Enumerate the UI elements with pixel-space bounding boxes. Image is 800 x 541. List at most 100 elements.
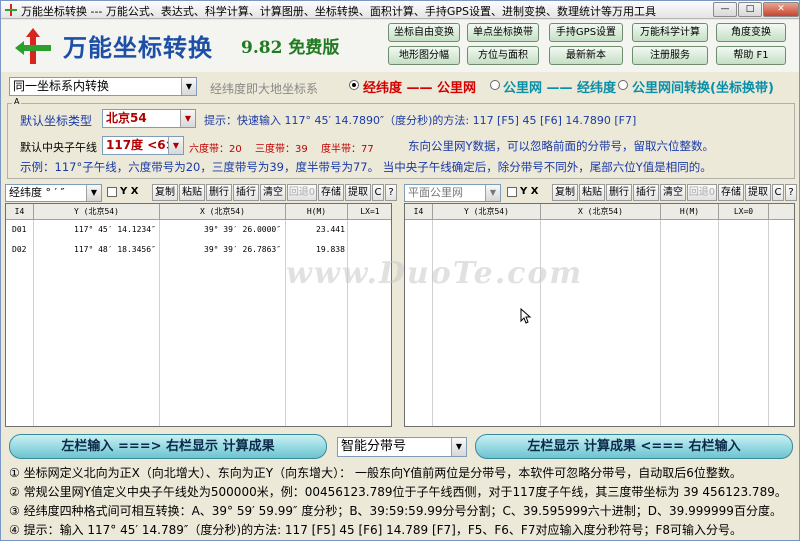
chevron-down-icon: ▼: [180, 110, 195, 127]
col-divider: [285, 220, 286, 426]
row-y-value[interactable]: 117° 48′ 18.3456″: [74, 245, 156, 254]
col-divider: [540, 220, 541, 426]
meridian-select[interactable]: 117度 <6> ▼: [102, 136, 184, 155]
left-extract-button[interactable]: 提取: [345, 184, 371, 201]
title-bar[interactable]: 万能坐标转换 --- 万能公式、表达式、科学计算、计算图册、坐标转换、面积计算、…: [1, 1, 799, 19]
transform-mode-select[interactable]: 同一坐标系内转换 ▼: [9, 77, 197, 96]
mode-row: 同一坐标系内转换 ▼ 经纬度即大地坐标系 经纬度 —— 公里网 公里网 —— 经…: [1, 73, 799, 99]
row-id: D02: [12, 245, 27, 254]
convert-left-to-right-button[interactable]: 左栏输入 ===> 右栏显示 计算成果: [9, 434, 327, 459]
row-x-value[interactable]: 39° 39′ 26.0000″: [204, 225, 281, 234]
right-extract-button[interactable]: 提取: [745, 184, 771, 201]
right-undo-button[interactable]: 回退0: [687, 184, 717, 201]
radio-latlon-to-grid[interactable]: [349, 80, 359, 90]
meridian-label: 默认中央子午线: [20, 141, 97, 154]
left-col-y[interactable]: Y (北京54): [34, 204, 160, 220]
right-toolbar: 平面公里网 ▼ Y X 复制 粘贴 删行 插行 清空 回退0 存储 提取 C ?: [404, 184, 798, 202]
mouse-cursor-icon: [520, 308, 532, 324]
right-copy-button[interactable]: 复制: [552, 184, 578, 201]
right-col-y[interactable]: Y (北京54): [433, 204, 541, 220]
right-col-lx[interactable]: LX=0: [719, 204, 769, 220]
left-c-button[interactable]: C: [372, 184, 384, 201]
left-col-id[interactable]: I4: [6, 204, 34, 220]
radio-grid-to-latlon-label[interactable]: 公里网 —— 经纬度: [503, 77, 616, 96]
right-delete-row-button[interactable]: 删行: [606, 184, 632, 201]
coord-type-label: 默认坐标类型: [20, 114, 93, 128]
left-format-value: 经纬度 ° ′ ″: [9, 186, 65, 199]
left-insert-row-button[interactable]: 插行: [233, 184, 259, 201]
left-format-select[interactable]: 经纬度 ° ′ ″ ▼: [5, 184, 102, 202]
col-divider: [33, 220, 34, 426]
right-save-button[interactable]: 存储: [718, 184, 744, 201]
left-help-button[interactable]: ?: [385, 184, 397, 201]
chevron-down-icon: ▼: [451, 438, 466, 456]
right-yx-checkbox[interactable]: [507, 187, 517, 197]
radio-latlon-to-grid-label[interactable]: 经纬度 —— 公里网: [363, 77, 476, 96]
left-col-h[interactable]: H(M): [286, 204, 348, 220]
right-format-select[interactable]: 平面公里网 ▼: [404, 184, 501, 202]
close-button[interactable]: ✕: [763, 2, 799, 17]
gps-settings-button[interactable]: 手持GPS设置: [549, 23, 623, 42]
latest-version-button[interactable]: 最新新本: [549, 46, 623, 65]
app-version: 9.82 免费版: [241, 38, 340, 58]
radio-grid-zone-transform[interactable]: [618, 80, 628, 90]
right-col-x[interactable]: X (北京54): [541, 204, 661, 220]
minimize-button[interactable]: —: [713, 2, 737, 17]
zone6-value: 六度带：20: [189, 144, 242, 155]
zone-mode-select[interactable]: 智能分带号 ▼: [337, 437, 467, 457]
left-delete-row-button[interactable]: 删行: [206, 184, 232, 201]
register-button[interactable]: 注册服务: [632, 46, 708, 65]
left-yx-label: Y X: [120, 186, 139, 197]
col-divider: [347, 220, 348, 426]
map-sheet-button[interactable]: 地形图分幅: [388, 46, 460, 65]
left-grid-header: I4 Y (北京54) X (北京54) H(M) LX=1: [6, 204, 391, 220]
right-col-id[interactable]: I4: [405, 204, 433, 220]
right-yx-label: Y X: [520, 186, 539, 197]
row-h-value[interactable]: 23.441: [316, 225, 345, 234]
help-button[interactable]: 帮助 F1: [716, 46, 786, 65]
single-point-zone-button[interactable]: 单点坐标换带: [467, 23, 539, 42]
radio-grid-to-latlon[interactable]: [490, 80, 500, 90]
app-name: 万能坐标转换: [63, 33, 213, 62]
left-col-lx[interactable]: LX=1: [348, 204, 391, 220]
note-4: ④ 提示：输入 117° 45′ 14.789″（度分秒)的方法: 117 [F…: [9, 523, 743, 537]
note-1: ① 坐标网定义北向为正X（向北增大）、东向为正Y（向东增大）： 一般东向Y值前两…: [9, 466, 742, 480]
right-c-button[interactable]: C: [772, 184, 784, 201]
left-undo-button[interactable]: 回退0: [287, 184, 317, 201]
right-help-button[interactable]: ?: [785, 184, 797, 201]
science-calc-button[interactable]: 万能科学计算: [632, 23, 708, 42]
tip-example: 示例：117°子午线，六度带号为20，三度带号为39，度半带号为77。 当中央子…: [20, 160, 712, 174]
chevron-down-icon: ▼: [86, 185, 101, 201]
right-paste-button[interactable]: 粘贴: [579, 184, 605, 201]
right-insert-row-button[interactable]: 插行: [633, 184, 659, 201]
zonehalf-value: 度半带：77: [321, 144, 374, 155]
col-divider: [159, 220, 160, 426]
right-data-grid[interactable]: I4 Y (北京54) X (北京54) H(M) LX=0: [404, 203, 795, 427]
row-h-value[interactable]: 19.838: [316, 245, 345, 254]
right-clear-button[interactable]: 清空: [660, 184, 686, 201]
radio-grid-zone-transform-label[interactable]: 公里网间转换(坐标换带): [632, 77, 774, 96]
chevron-down-icon: ▼: [168, 137, 183, 154]
note-3: ③ 经纬度四种格式间可相互转换：A、39° 59′ 59.99″ 度分秒；B、3…: [9, 504, 782, 518]
watermark-text: www.DuoTe.com: [286, 256, 584, 291]
free-transform-button[interactable]: 坐标自由变换: [388, 23, 460, 42]
coord-type-value: 北京54: [106, 111, 147, 125]
coord-type-select[interactable]: 北京54 ▼: [102, 109, 196, 128]
left-copy-button[interactable]: 复制: [152, 184, 178, 201]
row-y-value[interactable]: 117° 45′ 14.1234″: [74, 225, 156, 234]
maximize-button[interactable]: □: [738, 2, 762, 17]
app-window: 万能坐标转换 --- 万能公式、表达式、科学计算、计算图册、坐标转换、面积计算、…: [0, 0, 800, 541]
right-col-h[interactable]: H(M): [661, 204, 719, 220]
left-yx-checkbox[interactable]: [107, 187, 117, 197]
left-clear-button[interactable]: 清空: [260, 184, 286, 201]
convert-right-to-left-button[interactable]: 左栏显示 计算成果 <=== 右栏输入: [475, 434, 793, 459]
row-x-value[interactable]: 39° 39′ 26.7863″: [204, 245, 281, 254]
left-col-x[interactable]: X (北京54): [160, 204, 286, 220]
zone3-value: 三度带：39: [255, 144, 308, 155]
azimuth-area-button[interactable]: 方位与面积: [467, 46, 539, 65]
angle-transform-button[interactable]: 角度变换: [716, 23, 786, 42]
left-data-grid[interactable]: I4 Y (北京54) X (北京54) H(M) LX=1 D01 117° …: [5, 203, 392, 427]
left-paste-button[interactable]: 粘贴: [179, 184, 205, 201]
right-grid-header: I4 Y (北京54) X (北京54) H(M) LX=0: [405, 204, 794, 220]
left-save-button[interactable]: 存储: [318, 184, 344, 201]
